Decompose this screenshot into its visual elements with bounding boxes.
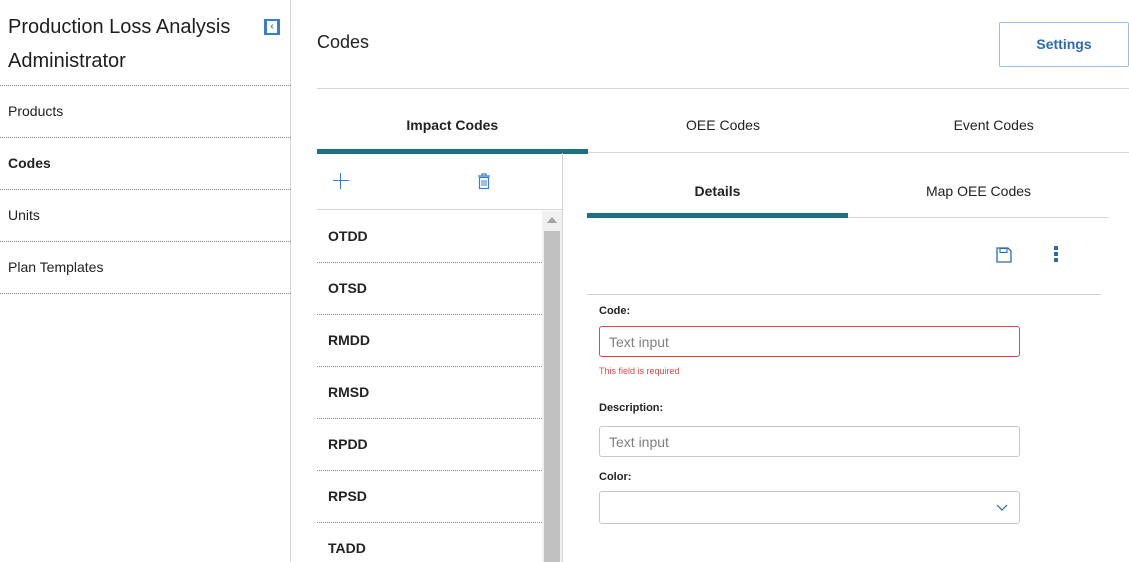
sidebar-nav: Products Codes Units Plan Templates — [0, 85, 291, 294]
tab-map-oee-codes[interactable]: Map OEE Codes — [848, 164, 1109, 217]
sidebar-item-plan-templates[interactable]: Plan Templates — [0, 242, 291, 294]
settings-button[interactable]: Settings — [999, 22, 1129, 67]
code-error-message: This field is required — [599, 366, 680, 376]
detail-tabs: Details Map OEE Codes — [587, 164, 1109, 218]
more-vertical-icon[interactable] — [1049, 246, 1063, 264]
sidebar-item-products[interactable]: Products — [0, 86, 291, 138]
code-list-toolbar — [317, 153, 562, 210]
chevron-left-icon: ‹ — [267, 21, 277, 33]
sidebar: Production Loss Analysis Administrator ‹… — [0, 0, 291, 562]
scrollbar-thumb[interactable] — [544, 231, 560, 562]
code-input[interactable] — [599, 326, 1020, 357]
list-item[interactable]: OTDD — [317, 211, 542, 263]
tab-details[interactable]: Details — [587, 164, 848, 218]
list-item[interactable]: RMSD — [317, 367, 542, 419]
sidebar-item-codes[interactable]: Codes — [0, 138, 291, 190]
description-input[interactable] — [599, 426, 1020, 457]
list-item[interactable]: TADD — [317, 523, 542, 562]
scroll-up-icon[interactable] — [547, 217, 557, 223]
chevron-down-icon — [996, 504, 1008, 511]
list-item[interactable]: OTSD — [317, 263, 542, 315]
list-item[interactable]: RMDD — [317, 315, 542, 367]
code-list-panel: OTDD OTSD RMDD RMSD RPDD RPSD TADD — [317, 153, 563, 562]
tab-event-codes[interactable]: Event Codes — [858, 96, 1129, 153]
header-divider — [317, 88, 1129, 89]
collapse-sidebar-button[interactable]: ‹ — [264, 19, 280, 35]
sidebar-item-units[interactable]: Units — [0, 190, 291, 242]
color-label: Color: — [599, 471, 632, 483]
code-type-tabs: Impact Codes OEE Codes Event Codes — [317, 96, 1129, 154]
code-list-scrollbar[interactable] — [542, 211, 562, 562]
tab-oee-codes[interactable]: OEE Codes — [588, 96, 859, 153]
trash-icon[interactable] — [474, 171, 494, 191]
plus-icon[interactable] — [331, 171, 351, 191]
code-list: OTDD OTSD RMDD RMSD RPDD RPSD TADD — [317, 211, 542, 562]
app-title: Production Loss Analysis Administrator — [8, 16, 231, 72]
description-label: Description: — [599, 402, 664, 414]
page-title: Codes — [317, 32, 370, 52]
tab-impact-codes[interactable]: Impact Codes — [317, 96, 588, 154]
list-item[interactable]: RPDD — [317, 419, 542, 471]
form-divider — [587, 294, 1101, 295]
color-select[interactable] — [599, 491, 1020, 524]
code-label: Code: — [599, 305, 631, 317]
list-item[interactable]: RPSD — [317, 471, 542, 523]
save-icon[interactable] — [995, 246, 1013, 264]
